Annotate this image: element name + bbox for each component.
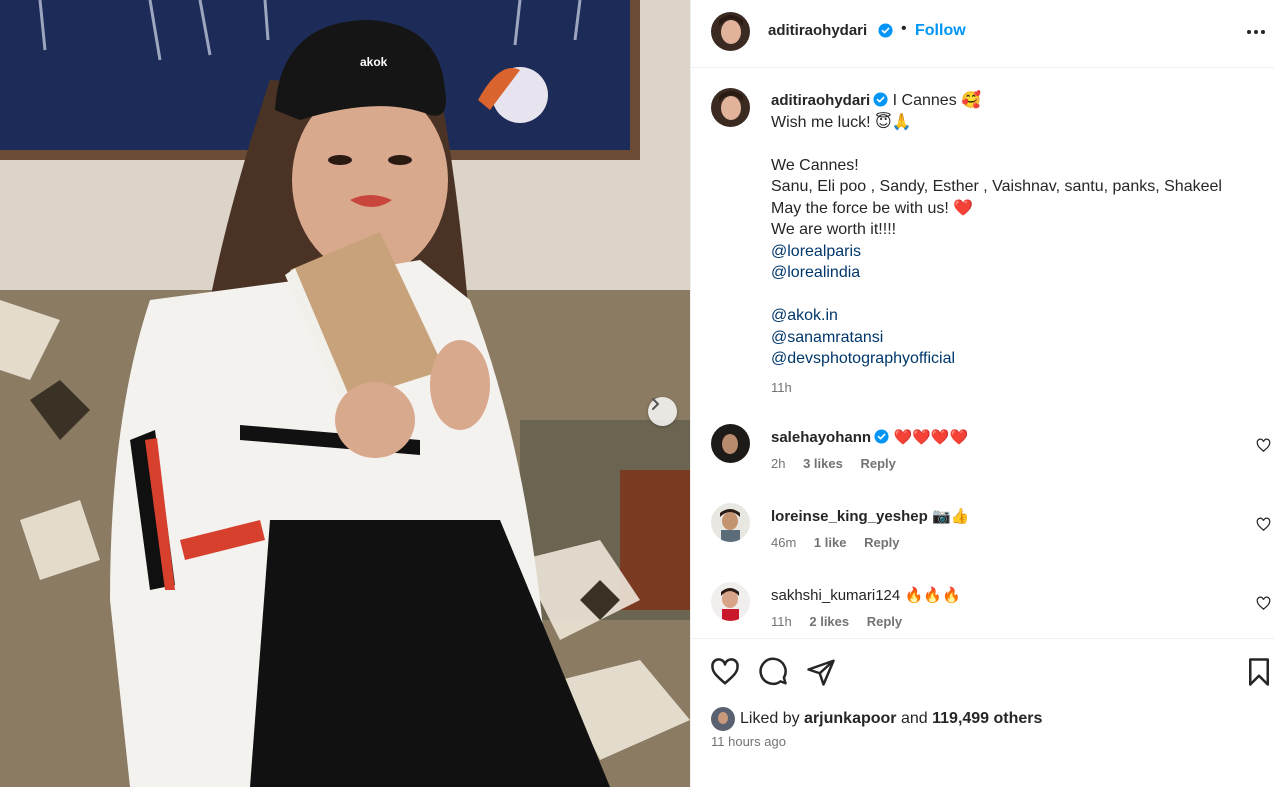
post-photo[interactable]: akok — [0, 0, 690, 787]
mention-link[interactable]: @lorealindia — [771, 262, 1261, 284]
verified-badge-icon — [874, 429, 889, 444]
comment-time[interactable]: 11h — [771, 614, 792, 629]
mention-link[interactable]: @akok.in — [771, 305, 1261, 327]
reply-button[interactable]: Reply — [867, 614, 902, 629]
mention-link[interactable]: @sanamratansi — [771, 327, 1261, 349]
mention-link[interactable]: @devsphotographyofficial — [771, 348, 1261, 370]
like-heart-icon[interactable] — [710, 657, 740, 687]
comment-bubble-icon[interactable] — [758, 657, 788, 687]
commenter-username[interactable]: sakhshi_kumari124 — [771, 587, 900, 604]
commenter-avatar[interactable] — [711, 582, 750, 621]
likes-prefix: Liked by — [740, 710, 800, 727]
likes-count-link[interactable]: 119,499 others — [932, 710, 1042, 728]
comment-item: salehayohann ❤️❤️❤️❤️ 2h 3 likes Reply — [711, 424, 1271, 484]
reply-button[interactable]: Reply — [860, 456, 895, 471]
like-comment-heart-icon[interactable] — [1256, 596, 1271, 611]
comment-text: ❤️❤️❤️❤️ — [893, 428, 969, 446]
mention-link[interactable]: @lorealparis — [771, 241, 1261, 263]
comment-likes[interactable]: 2 likes — [809, 614, 849, 629]
save-bookmark-icon[interactable] — [1244, 657, 1274, 687]
like-comment-heart-icon[interactable] — [1256, 517, 1271, 532]
verified-badge-icon — [873, 92, 888, 107]
chevron-right-icon — [652, 398, 659, 410]
verified-badge-icon — [878, 23, 893, 38]
header-separator: • — [901, 20, 907, 37]
cap-logo: akok — [360, 55, 388, 69]
comment-text: 📷👍 — [932, 507, 970, 525]
more-options-icon[interactable] — [1245, 22, 1267, 42]
comment-item: loreinse_king_yeshep 📷👍 46m 1 like Reply — [711, 503, 1271, 563]
liker-username[interactable]: arjunkapoor — [804, 710, 896, 728]
caption-username[interactable]: aditiraohydari — [771, 92, 870, 109]
caption-line-7: We are worth it!!!! — [771, 221, 897, 238]
commenter-avatar[interactable] — [711, 424, 750, 463]
comment-likes[interactable]: 3 likes — [803, 456, 843, 471]
comment-item: sakhshi_kumari124 🔥🔥🔥 11h 2 likes Reply — [711, 582, 1271, 642]
likes-conj: and — [900, 710, 928, 727]
caption-line-3 — [771, 133, 1261, 155]
caption-line-2: Wish me luck! 😇🙏 — [771, 113, 912, 131]
caption-line-6: May the force be with us! ❤️ — [771, 199, 974, 217]
likes-summary: Liked by arjunkapoor and 119,499 others — [711, 707, 1042, 731]
post-timestamp[interactable]: 11 hours ago — [711, 734, 786, 749]
comment-text: 🔥🔥🔥 — [904, 586, 961, 604]
caption-time[interactable]: 11h — [771, 377, 1261, 399]
caption-text: aditiraohydari I Cannes 🥰 Wish me luck! … — [771, 90, 1261, 398]
author-avatar[interactable] — [711, 12, 750, 51]
caption-line-5: Sanu, Eli poo , Sandy, Esther , Vaishnav… — [771, 178, 1222, 195]
follow-button[interactable]: Follow — [915, 22, 966, 40]
comment-time[interactable]: 46m — [771, 535, 796, 550]
post-actions: Liked by arjunkapoor and 119,499 others … — [691, 638, 1274, 787]
reply-button[interactable]: Reply — [864, 535, 899, 550]
next-photo-button[interactable] — [648, 397, 677, 426]
post-side-panel: aditiraohydari • Follow aditiraohydari I… — [690, 0, 1274, 787]
comment-time[interactable]: 2h — [771, 456, 785, 471]
commenter-username[interactable]: salehayohann — [771, 429, 871, 446]
share-send-icon[interactable] — [806, 657, 836, 687]
post-image: akok — [0, 0, 690, 787]
author-username[interactable]: aditiraohydari — [768, 22, 867, 39]
post-view: akok aditiraohydari • Follow aditiraohyd… — [0, 0, 1274, 787]
caption-line-4: We Cannes! — [771, 156, 859, 174]
caption-author-avatar[interactable] — [711, 88, 750, 127]
commenter-username[interactable]: loreinse_king_yeshep — [771, 508, 928, 525]
like-comment-heart-icon[interactable] — [1256, 438, 1271, 453]
liker-avatar[interactable] — [711, 707, 735, 731]
caption-line-1: I Cannes 🥰 — [892, 92, 982, 109]
commenter-avatar[interactable] — [711, 503, 750, 542]
post-header: aditiraohydari • Follow — [691, 0, 1274, 68]
comment-likes[interactable]: 1 like — [814, 535, 847, 550]
